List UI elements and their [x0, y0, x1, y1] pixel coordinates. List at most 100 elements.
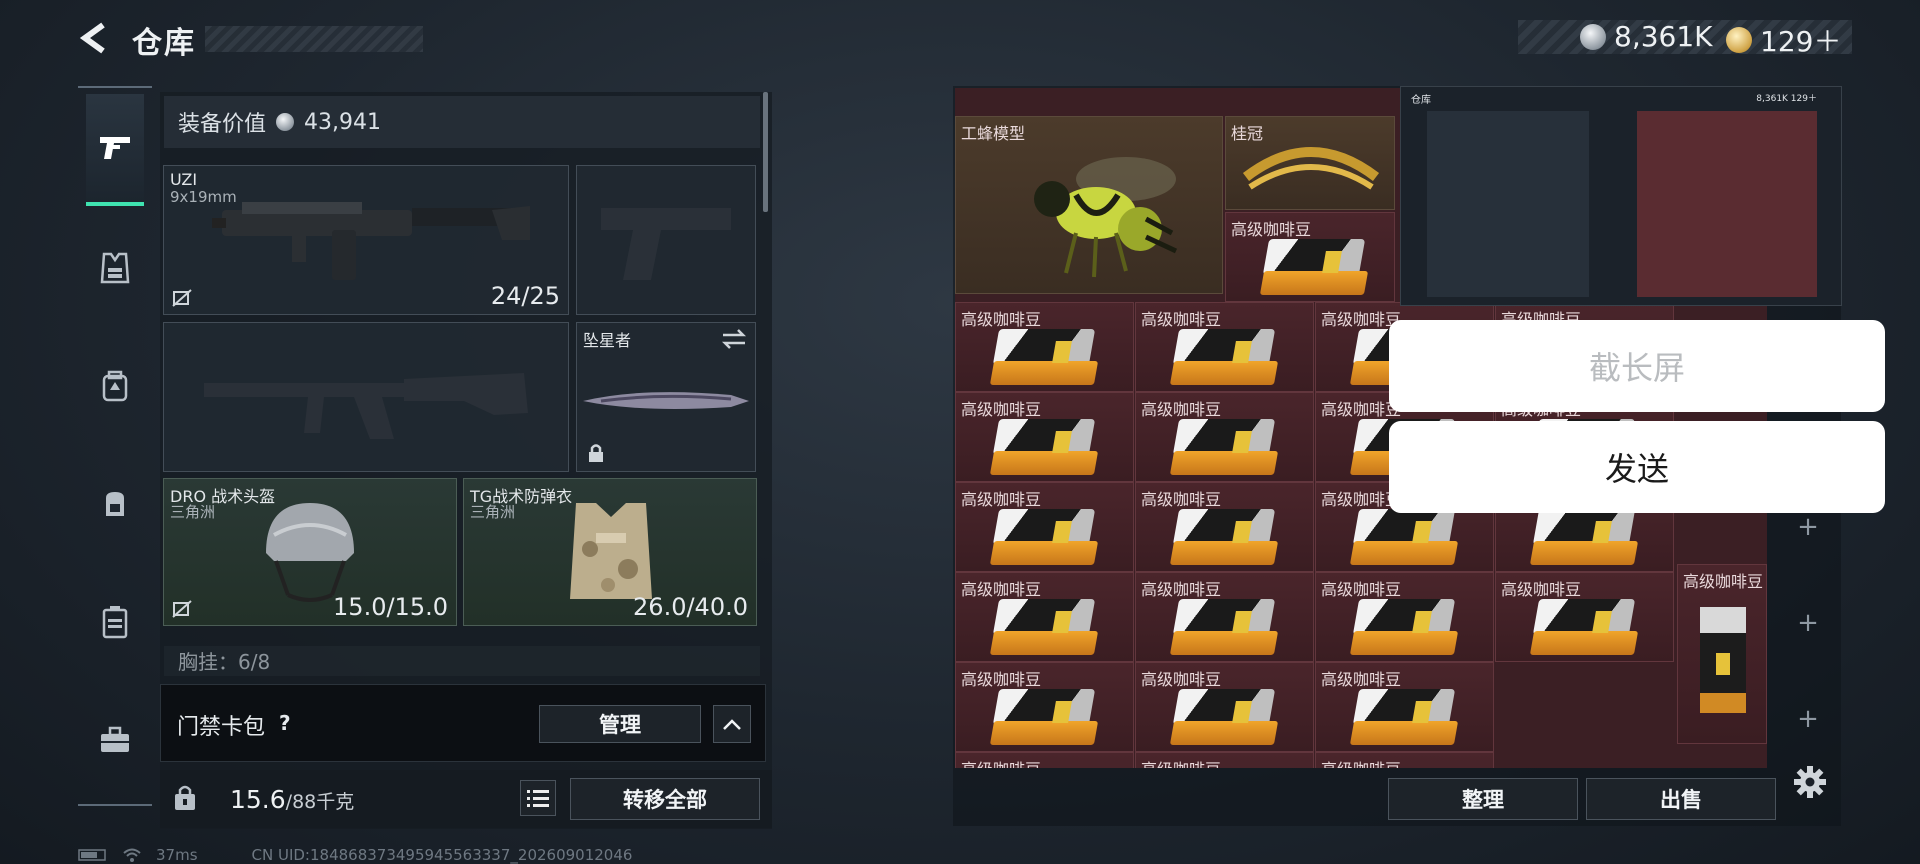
keycard-bar: 门禁卡包 ? 管理 [160, 684, 766, 762]
storage-item-bee-model[interactable]: 工蜂模型 [955, 116, 1223, 294]
primary-weapon-ammo: 24/25 [490, 282, 560, 310]
storage-item-coffee[interactable]: 高级咖啡豆 [1225, 212, 1395, 302]
pistol-icon [100, 137, 130, 159]
storage-item-name: 高级咖啡豆 [961, 756, 1041, 768]
equipment-value-header: 装备价值 43,941 [164, 96, 760, 148]
battery-icon [78, 849, 106, 861]
storage-item-coffee[interactable]: 高级咖啡豆 [1495, 572, 1674, 662]
vest-icon [100, 252, 130, 284]
armor-brand: 三角洲 [470, 503, 516, 521]
gold-coin-icon [1726, 27, 1752, 53]
storage-item-laurel[interactable]: 桂冠 [1225, 116, 1395, 210]
helmet-brand: 三角洲 [170, 503, 216, 521]
swap-icon[interactable] [721, 329, 747, 349]
primary-weapon-name: UZI [170, 170, 198, 189]
storage-item-coffee[interactable]: 高级咖啡豆 [1135, 662, 1314, 752]
currency-gold[interactable]: 129＋ [1726, 20, 1841, 60]
settings-gear-icon[interactable] [1792, 764, 1828, 800]
currency-silver[interactable]: 8,361K [1580, 20, 1713, 53]
ping-text: 37ms [156, 846, 198, 864]
storage-item-name: 高级咖啡豆 [1141, 756, 1221, 768]
uzi-image [212, 202, 530, 280]
transfer-all-button[interactable]: 转移全部 [570, 778, 760, 820]
laurel-crown-image [1242, 147, 1380, 190]
currency-silver-value: 8,361K [1614, 20, 1713, 53]
help-icon[interactable]: ? [279, 711, 291, 735]
keycard-label: 门禁卡包 [177, 715, 266, 740]
storage-item-coffee[interactable]: 高级咖啡豆 [955, 572, 1134, 662]
slot-secondary-weapon[interactable] [576, 165, 756, 315]
helmet-durability: 15.0/15.0 [333, 593, 448, 621]
back-button[interactable] [74, 16, 114, 60]
silver-coin-icon [276, 113, 295, 131]
thumbnail-equipment [1427, 111, 1589, 297]
thumbnail-currency: 8,361K 129＋ [1756, 94, 1817, 104]
collapse-button[interactable] [713, 705, 751, 743]
weight-current: 15.6 [230, 785, 286, 814]
helmet-image [266, 503, 354, 602]
chest-rig-peek-text: 胸挂：6/8 [178, 650, 271, 674]
rifle-placeholder-image [204, 373, 528, 439]
uid-text: CN UID:184868373495945563337_20260901204… [251, 846, 633, 864]
coffee-bag-image [989, 687, 1100, 749]
chest-rig-peek: 胸挂：6/8 [164, 646, 760, 676]
slot-long-weapon[interactable] [163, 322, 569, 472]
storage-item-coffee[interactable]: 高级咖啡豆 [955, 302, 1134, 392]
storage-item-coffee[interactable]: 高级咖啡豆 [1135, 572, 1314, 662]
storage-item-coffee[interactable]: 高级咖啡豆 [955, 392, 1134, 482]
thumbnail-title: 仓库 [1411, 95, 1431, 106]
no-durability-icon [172, 289, 192, 307]
storage-item-coffee[interactable]: 高级咖啡豆 [1315, 572, 1494, 662]
storage-item-coffee[interactable]: 高级咖啡豆 [1135, 302, 1314, 392]
storage-item-coffee[interactable]: 高级咖啡豆 [1135, 752, 1314, 768]
long-screenshot-button[interactable]: 截长屏 [1389, 320, 1885, 412]
storage-item-coffee[interactable]: 高级咖啡豆 [1135, 392, 1314, 482]
storage-item-name: 高级咖啡豆 [1321, 756, 1401, 768]
list-icon [527, 790, 549, 807]
organize-button[interactable]: 整理 [1388, 778, 1578, 820]
coffee-bag-image [989, 327, 1100, 389]
equipment-scrollbar[interactable] [763, 92, 768, 212]
slot-primary-weapon[interactable]: UZI 9x19mm 24/25 [163, 165, 569, 315]
silver-coin-icon [1580, 23, 1606, 50]
coffee-bag-image [1169, 417, 1280, 479]
sidebar-item-weapons[interactable] [86, 94, 144, 206]
sidebar-item-backpack[interactable] [86, 474, 144, 534]
screenshot-thumbnail[interactable]: 仓库 8,361K 129＋ [1400, 86, 1842, 306]
sidebar-item-chest-rig[interactable] [86, 356, 144, 416]
storage-item-coffee[interactable]: 高级咖啡豆 [955, 752, 1134, 768]
add-tab-button[interactable]: + [1793, 704, 1823, 734]
coffee-bag-image [1169, 597, 1280, 659]
sidebar-item-armor[interactable] [86, 238, 144, 298]
coffee-bag-image [989, 597, 1100, 659]
storage-item-coffee[interactable]: 高级咖啡豆 [1135, 482, 1314, 572]
add-tab-button[interactable]: + [1793, 608, 1823, 638]
slot-body-armor[interactable]: TG战术防弹衣 三角洲 26.0/40.0 [463, 478, 757, 626]
toolbox-icon [101, 726, 129, 752]
storage-item-coffee[interactable]: 高级咖啡豆 [1315, 662, 1494, 752]
slot-melee[interactable]: 坠星者 [576, 322, 756, 472]
manage-button[interactable]: 管理 [539, 705, 701, 743]
equipment-value: 43,941 [304, 109, 381, 135]
page-title: 仓库 [132, 26, 196, 61]
sidebar-bottom-divider [78, 804, 152, 806]
storage-item-coffee-tall[interactable]: 高级咖啡豆 [1677, 564, 1767, 744]
storage-item-coffee[interactable]: 高级咖啡豆 [955, 662, 1134, 752]
sidebar-top-divider [78, 86, 152, 88]
knife-image [583, 392, 749, 409]
storage-item-name: 高级咖啡豆 [1683, 572, 1764, 591]
add-tab-button[interactable]: + [1793, 512, 1823, 542]
slot-helmet[interactable]: DRO 战术头盔 三角洲 15.0/15.0 [163, 478, 457, 626]
weight-max: /88千克 [285, 791, 355, 813]
sell-button[interactable]: 出售 [1586, 778, 1776, 820]
sidebar-item-case[interactable] [86, 592, 144, 652]
sidebar-item-toolbox[interactable] [86, 710, 144, 770]
coffee-bag-image [1169, 687, 1280, 749]
currency-gold-value: 129＋ [1760, 25, 1842, 58]
weight-readout: 15.6/88千克 [230, 785, 354, 814]
storage-item-coffee[interactable]: 高级咖啡豆 [955, 482, 1134, 572]
storage-item-coffee[interactable]: 高级咖啡豆 [1315, 752, 1494, 768]
coffee-bag-image [989, 417, 1100, 479]
send-button[interactable]: 发送 [1389, 421, 1885, 513]
list-view-button[interactable] [520, 780, 556, 816]
